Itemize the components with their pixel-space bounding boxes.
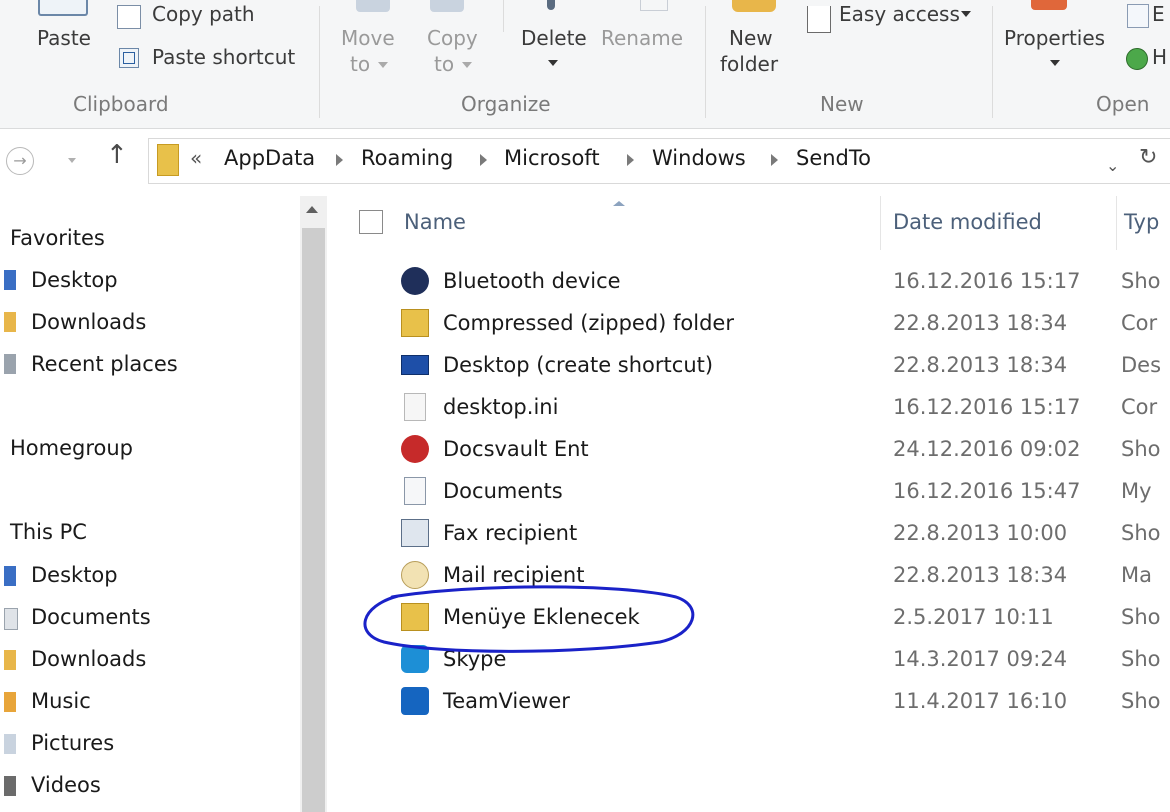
highlight-circle-annotation [363,585,695,653]
